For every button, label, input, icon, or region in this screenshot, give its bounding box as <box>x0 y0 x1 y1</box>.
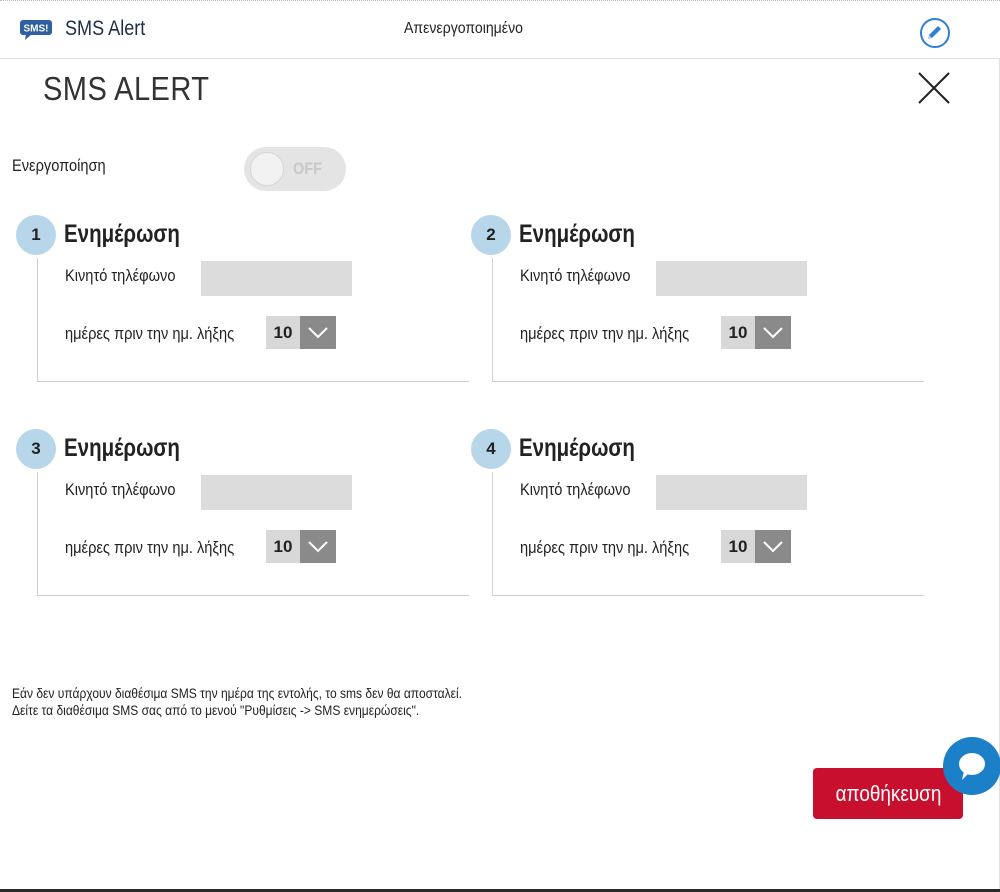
days-value: 10 <box>266 316 300 349</box>
footnote-line-2: Δείτε τα διαθέσιμα SMS σας από το μενού … <box>12 702 420 718</box>
phone-input[interactable] <box>656 475 807 510</box>
days-value: 10 <box>266 530 300 563</box>
toggle-state: OFF <box>293 159 322 178</box>
footnote-line-1: Εάν δεν υπάρχουν διαθέσιμα SMS την ημέρα… <box>12 685 463 701</box>
phone-label: Κινητό τηλέφωνο <box>520 266 631 285</box>
notification-3: 3 Ενημέρωση Κινητό τηλέφωνο ημέρες πριν … <box>16 429 471 604</box>
notification-4: 4 Ενημέρωση Κινητό τηλέφωνο ημέρες πριν … <box>471 429 926 604</box>
notification-number: 1 <box>16 215 56 255</box>
save-button[interactable]: αποθήκευση <box>813 768 963 819</box>
days-label: ημέρες πριν την ημ. λήξης <box>520 324 690 343</box>
notification-heading: Ενημέρωση <box>64 434 180 462</box>
close-icon <box>918 72 950 104</box>
notification-heading: Ενημέρωση <box>64 220 180 248</box>
days-value: 10 <box>721 316 755 349</box>
days-select[interactable]: 10 <box>266 316 336 349</box>
phone-label: Κινητό τηλέφωνο <box>65 266 176 285</box>
days-select[interactable]: 10 <box>721 530 791 563</box>
pencil-icon <box>928 26 941 39</box>
phone-input[interactable] <box>201 475 352 510</box>
phone-label: Κινητό τηλέφωνο <box>520 480 631 499</box>
days-label: ημέρες πριν την ημ. λήξης <box>65 538 235 557</box>
chevron-down-icon[interactable] <box>300 316 336 349</box>
notification-heading: Ενημέρωση <box>519 434 635 462</box>
phone-input[interactable] <box>656 261 807 296</box>
edit-button[interactable] <box>920 18 950 48</box>
sms-logo-icon: SMS! <box>20 20 52 40</box>
notification-number: 4 <box>471 429 511 469</box>
notification-1: 1 Ενημέρωση Κινητό τηλέφωνο ημέρες πριν … <box>16 215 471 390</box>
chevron-down-icon[interactable] <box>755 530 791 563</box>
activate-toggle[interactable]: OFF <box>244 147 346 191</box>
notification-heading: Ενημέρωση <box>519 220 635 248</box>
footnote: Εάν δεν υπάρχουν διαθέσιμα SMS την ημέρα… <box>12 685 462 719</box>
activate-label: Ενεργοποίηση <box>12 156 106 175</box>
phone-input[interactable] <box>201 261 352 296</box>
chat-button[interactable] <box>943 737 1000 795</box>
days-label: ημέρες πριν την ημ. λήξης <box>65 324 235 343</box>
chevron-down-icon[interactable] <box>755 316 791 349</box>
days-select[interactable]: 10 <box>721 316 791 349</box>
save-label: αποθήκευση <box>835 780 941 806</box>
toggle-knob <box>250 152 284 186</box>
sms-alert-row: SMS! SMS Alert Απενεργοποιημένο <box>0 1 1000 59</box>
days-label: ημέρες πριν την ημ. λήξης <box>520 538 690 557</box>
panel-title: SMS ALERT <box>43 70 210 107</box>
days-value: 10 <box>721 530 755 563</box>
close-button[interactable] <box>917 71 951 105</box>
status-text: Απενεργοποιημένο <box>404 20 523 37</box>
days-select[interactable]: 10 <box>266 530 336 563</box>
notification-number: 2 <box>471 215 511 255</box>
chevron-down-icon[interactable] <box>300 530 336 563</box>
svg-text:SMS!: SMS! <box>24 24 49 35</box>
chat-bubble-icon <box>959 753 985 780</box>
notification-2: 2 Ενημέρωση Κινητό τηλέφωνο ημέρες πριν … <box>471 215 926 390</box>
phone-label: Κινητό τηλέφωνο <box>65 480 176 499</box>
app-title: SMS Alert <box>65 17 146 40</box>
notification-number: 3 <box>16 429 56 469</box>
